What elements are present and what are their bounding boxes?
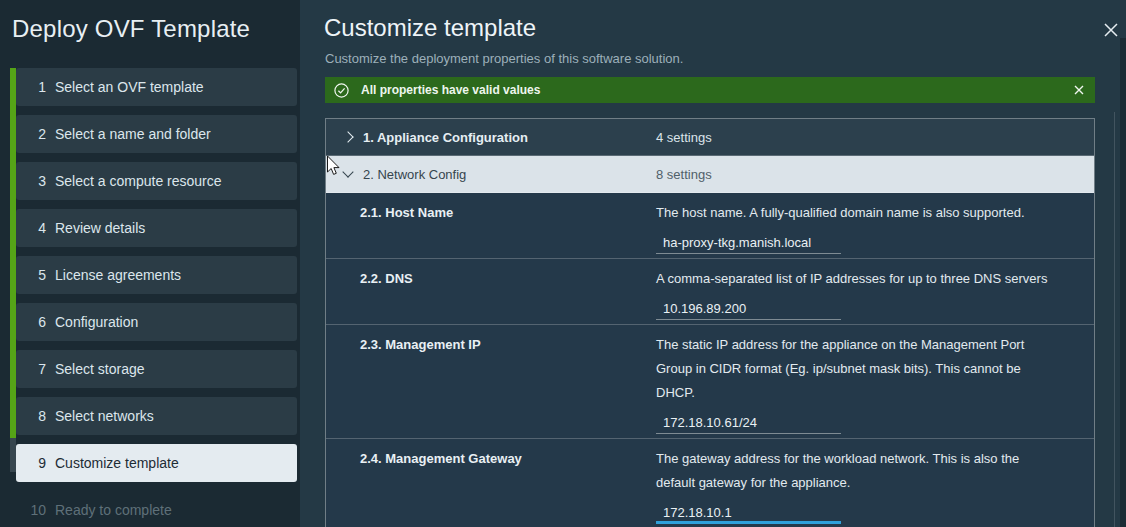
management-gateway-input[interactable]: [663, 504, 841, 520]
page-subtitle: Customize the deployment properties of t…: [325, 51, 683, 66]
sidebar-step-select-ovf-template[interactable]: 1 Select an OVF template: [16, 68, 297, 106]
scrollbar-track[interactable]: [1114, 112, 1115, 527]
sidebar-step-review-details[interactable]: 4 Review details: [16, 209, 297, 247]
section-settings-count: 8 settings: [656, 167, 712, 182]
section-settings-count: 4 settings: [656, 130, 712, 145]
management-ip-input[interactable]: [663, 414, 841, 430]
setting-row-dns: 2.2. DNS A comma-separated list of IP ad…: [326, 259, 1094, 325]
setting-row-host-name: 2.1. Host Name The host name. A fully-qu…: [326, 193, 1094, 259]
section-network-config[interactable]: 2. Network Config 8 settings: [326, 156, 1094, 193]
host-name-input[interactable]: [663, 234, 841, 250]
customize-template-panel: Customize template Customize the deploym…: [300, 0, 1126, 527]
setting-label: 2.3. Management IP: [326, 333, 656, 434]
section-appliance-configuration[interactable]: 1. Appliance Configuration 4 settings: [326, 119, 1094, 156]
check-circle-icon: [334, 83, 349, 98]
properties-table: 1. Appliance Configuration 4 settings 2.…: [325, 118, 1095, 527]
setting-description: The host name. A fully-qualified domain …: [656, 201, 1051, 225]
banner-message: All properties have valid values: [361, 83, 540, 97]
sidebar-step-select-networks[interactable]: 8 Select networks: [16, 397, 297, 435]
setting-label: 2.1. Host Name: [326, 201, 656, 254]
validation-banner: All properties have valid values: [325, 77, 1095, 103]
chevron-right-icon: [342, 131, 353, 142]
sidebar-step-configuration[interactable]: 6 Configuration: [16, 303, 297, 341]
sidebar-step-select-name-folder[interactable]: 2 Select a name and folder: [16, 115, 297, 153]
setting-description: A comma-separated list of IP addresses f…: [656, 267, 1051, 291]
setting-row-management-ip: 2.3. Management IP The static IP address…: [326, 325, 1094, 439]
close-icon[interactable]: [1102, 21, 1120, 39]
setting-label: 2.2. DNS: [326, 267, 656, 320]
setting-row-management-gateway: 2.4. Management Gateway The gateway addr…: [326, 439, 1094, 527]
wizard-title: Deploy OVF Template: [12, 15, 250, 43]
wizard-sidebar: Deploy OVF Template 1 Select an OVF temp…: [0, 0, 300, 527]
sidebar-step-license-agreements[interactable]: 5 License agreements: [16, 256, 297, 294]
banner-close-icon[interactable]: [1073, 84, 1085, 96]
setting-label: 2.4. Management Gateway: [326, 447, 656, 524]
setting-description: The gateway address for the workload net…: [656, 447, 1051, 495]
sidebar-step-ready-to-complete[interactable]: 10 Ready to complete: [16, 491, 297, 527]
wizard-steps: 1 Select an OVF template 2 Select a name…: [16, 68, 297, 527]
sidebar-step-customize-template[interactable]: 9 Customize template: [16, 444, 297, 482]
mouse-cursor: [326, 155, 342, 177]
sidebar-step-select-compute-resource[interactable]: 3 Select a compute resource: [16, 162, 297, 200]
deploy-ovf-wizard: Deploy OVF Template 1 Select an OVF temp…: [0, 0, 1126, 527]
page-title: Customize template: [324, 14, 536, 42]
setting-description: The static IP address for the appliance …: [656, 333, 1051, 405]
dns-input[interactable]: [663, 300, 841, 316]
scrollbar-strip[interactable]: [1120, 38, 1126, 527]
chevron-down-icon: [342, 166, 353, 177]
sidebar-step-select-storage[interactable]: 7 Select storage: [16, 350, 297, 388]
